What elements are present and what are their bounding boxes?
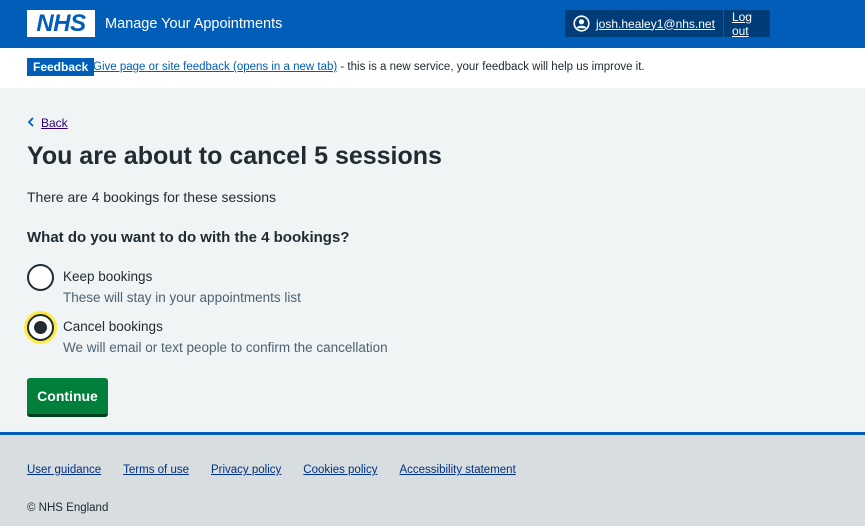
user-circle-icon [573,15,590,32]
page-title: You are about to cancel 5 sessions [27,142,442,170]
back-link-container[interactable]: Back [27,116,68,130]
feedback-text: Give page or site feedback (opens in a n… [93,60,645,74]
logout-link[interactable]: Log out [724,10,770,38]
feedback-link[interactable]: Give page or site feedback (opens in a n… [93,61,337,73]
user-email-link[interactable]: josh.healey1@nhs.net [596,17,715,31]
radio-keep-bookings[interactable]: Keep bookings These will stay in your ap… [27,264,447,308]
continue-button[interactable]: Continue [27,378,108,417]
bookings-question: What do you want to do with the 4 bookin… [27,229,350,246]
account-user: josh.healey1@nhs.net [565,10,724,37]
radio-button-selected[interactable] [27,314,54,341]
footer-links: User guidance Terms of use Privacy polic… [27,463,516,477]
footer-link-user-guidance[interactable]: User guidance [27,463,101,477]
feedback-suffix: - this is a new service, your feedback w… [337,61,645,73]
radio-cancel-bookings[interactable]: Cancel bookings We will email or text pe… [27,314,447,358]
radio-label[interactable]: Keep bookings [63,269,152,285]
feedback-tag: Feedback [27,58,95,76]
site-header: NHS Manage Your Appointments josh.healey… [0,0,865,48]
chevron-left-icon [27,116,35,130]
site-footer: User guidance Terms of use Privacy polic… [0,432,865,526]
service-name[interactable]: Manage Your Appointments [105,15,282,33]
radio-selected-dot [34,321,47,334]
footer-link-cookies-policy[interactable]: Cookies policy [303,463,377,477]
nhs-logo[interactable]: NHS [27,10,95,37]
radio-hint: These will stay in your appointments lis… [63,290,301,305]
radio-label[interactable]: Cancel bookings [63,319,163,335]
footer-link-accessibility-statement[interactable]: Accessibility statement [399,463,515,477]
footer-link-privacy-policy[interactable]: Privacy policy [211,463,281,477]
radio-hint: We will email or text people to confirm … [63,340,388,355]
feedback-banner: Feedback Give page or site feedback (ope… [0,48,865,88]
account-menu: josh.healey1@nhs.net Log out [565,10,770,38]
radio-button[interactable] [27,264,54,291]
back-link[interactable]: Back [41,116,68,130]
bookings-intro: There are 4 bookings for these sessions [27,189,277,205]
copyright: © NHS England [27,502,109,514]
footer-link-terms-of-use[interactable]: Terms of use [123,463,189,477]
